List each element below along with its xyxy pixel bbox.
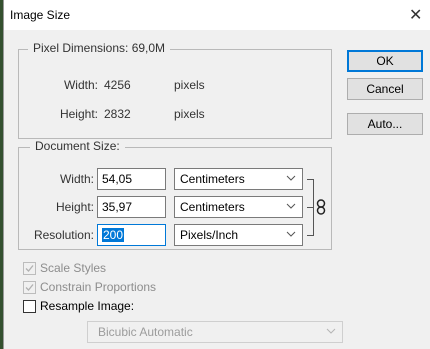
- auto-button[interactable]: Auto...: [347, 113, 423, 135]
- resolution-label: Resolution:: [33, 228, 94, 242]
- chevron-down-icon: [286, 203, 296, 209]
- resample-image-label: Resample Image:: [40, 299, 135, 313]
- pixel-height-unit: pixels: [174, 107, 205, 121]
- resolution-input[interactable]: 200: [97, 224, 166, 246]
- resolution-unit-select[interactable]: Pixels/Inch: [174, 224, 303, 246]
- doc-height-input[interactable]: 35,97: [97, 196, 166, 218]
- pixel-height-label: Height:: [59, 107, 98, 121]
- resample-method-value: Bicubic Automatic: [98, 325, 193, 339]
- chevron-down-icon: [326, 328, 336, 334]
- doc-width-label: Width:: [59, 172, 94, 186]
- checkmark-icon: [25, 265, 34, 272]
- chevron-down-icon: [286, 231, 296, 237]
- close-icon[interactable]: ✕: [409, 5, 422, 25]
- link-bracket-middle: [307, 207, 313, 208]
- pixel-width-value: 4256: [104, 78, 131, 92]
- doc-width-unit-value: Centimeters: [180, 172, 245, 186]
- cancel-button[interactable]: Cancel: [347, 78, 423, 100]
- resolution-selected-text: 200: [102, 228, 125, 242]
- document-size-legend: Document Size:: [30, 139, 125, 153]
- ok-button[interactable]: OK: [347, 50, 423, 72]
- image-size-dialog: Image Size ✕ Pixel Dimensions: 69,0M Wid…: [3, 0, 430, 349]
- chevron-down-icon: [286, 175, 296, 181]
- chain-link-icon[interactable]: [316, 199, 326, 215]
- doc-height-unit-select[interactable]: Centimeters: [174, 196, 303, 218]
- checkmark-icon: [25, 284, 34, 291]
- pixel-dimensions-group: [18, 49, 332, 139]
- dialog-title: Image Size: [10, 8, 71, 22]
- pixel-width-label: Width:: [63, 78, 98, 92]
- doc-height-label: Height:: [55, 200, 94, 214]
- doc-width-unit-select[interactable]: Centimeters: [174, 168, 303, 190]
- resolution-unit-value: Pixels/Inch: [180, 228, 239, 242]
- doc-height-unit-value: Centimeters: [180, 200, 245, 214]
- pixel-width-unit: pixels: [174, 78, 205, 92]
- title-bar: Image Size ✕: [4, 0, 430, 30]
- scale-styles-label: Scale Styles: [40, 261, 107, 275]
- link-bracket-vertical: [313, 179, 314, 235]
- constrain-proportions-label: Constrain Proportions: [40, 280, 157, 294]
- pixel-height-value: 2832: [104, 107, 131, 121]
- link-bracket-bottom: [307, 235, 314, 236]
- scale-styles-checkbox[interactable]: [23, 262, 36, 275]
- doc-width-input[interactable]: 54,05: [97, 168, 166, 190]
- resample-image-checkbox[interactable]: [23, 300, 36, 313]
- resample-method-select[interactable]: Bicubic Automatic: [87, 321, 343, 343]
- constrain-proportions-checkbox[interactable]: [23, 281, 36, 294]
- pixel-dimensions-legend: Pixel Dimensions: 69,0M: [28, 41, 171, 55]
